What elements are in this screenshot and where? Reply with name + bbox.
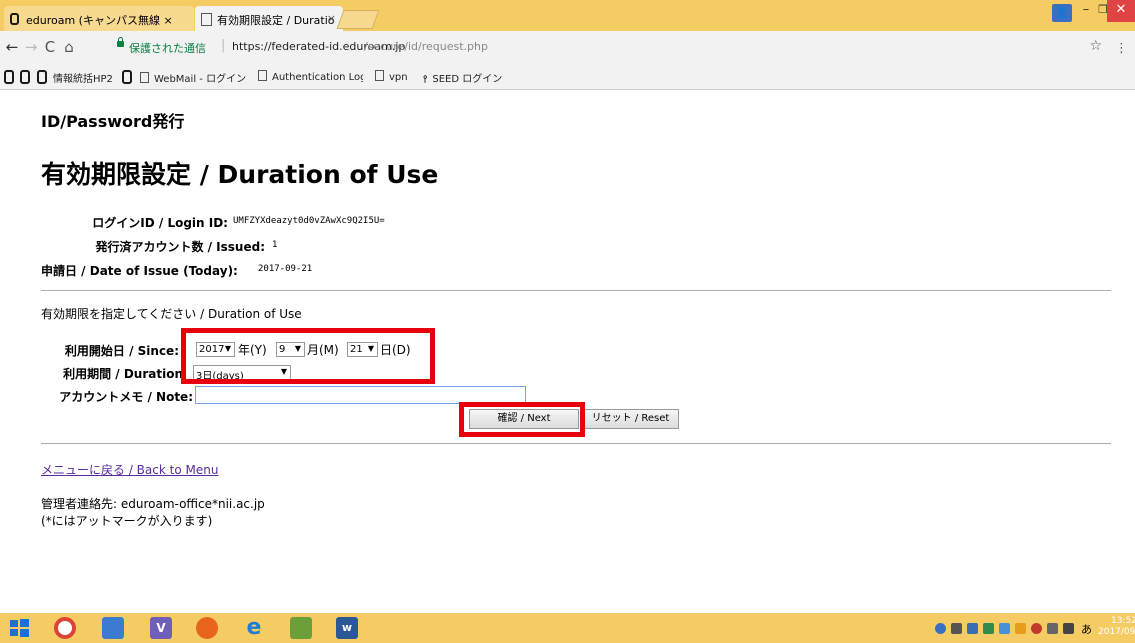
reset-button[interactable]: リセット / Reset xyxy=(582,409,679,429)
date-of-issue-label: 申請日 / Date of Issue (Today): xyxy=(41,264,238,278)
bookmarks-bar: 情報統括HP2 WebMail - ログイン Authentication Lo… xyxy=(0,64,1135,90)
browser-toolbar: ← → C ⌂ 保護された通信 | https://federated-id.e… xyxy=(0,31,1135,64)
tray-app-icon[interactable] xyxy=(951,623,962,634)
secure-label: 保護された通信 xyxy=(129,42,206,55)
duration-label: 利用期間 / Duration xyxy=(63,367,183,381)
divider xyxy=(41,290,1111,291)
page-subtitle: ID/Password発行 xyxy=(41,112,185,131)
explorer-icon[interactable] xyxy=(102,617,124,639)
bookmark-item[interactable]: Authentication Log xyxy=(258,70,363,83)
note-label: アカウントメモ / Note: xyxy=(59,390,193,404)
tab-title: eduroam (キャンパス無線 × xyxy=(26,14,173,27)
tab-eduroam[interactable]: eduroam (キャンパス無線 × xyxy=(4,6,194,31)
close-window-button[interactable]: ✕ xyxy=(1107,0,1135,22)
word-icon[interactable]: w xyxy=(336,617,358,639)
forward-arrow-icon[interactable]: → xyxy=(22,38,40,56)
clock[interactable]: 13:52 2017/09/21 xyxy=(1098,616,1135,638)
tab-duration[interactable]: 有効期限設定 / Duratio × xyxy=(195,6,343,31)
bookmark-item[interactable]: WebMail - ログイン xyxy=(140,70,246,85)
tray-app-icon[interactable] xyxy=(983,623,994,634)
tray-search-icon[interactable] xyxy=(935,623,946,634)
tray-app-icon[interactable] xyxy=(967,623,978,634)
volume-icon[interactable] xyxy=(1063,623,1074,634)
eduroam-favicon-icon xyxy=(10,13,19,25)
taskbar: V e w あ 13:52 2017/09/21 xyxy=(0,613,1135,643)
network-icon[interactable] xyxy=(1047,623,1058,634)
url-separator: | xyxy=(221,38,226,53)
new-tab-button[interactable] xyxy=(336,10,380,29)
since-label: 利用開始日 / Since: xyxy=(64,344,179,358)
bookmark-label: WebMail - ログイン xyxy=(154,74,247,85)
highlight-date-duration xyxy=(181,328,435,384)
back-arrow-icon[interactable]: ← xyxy=(3,38,21,56)
bookmark-item[interactable]: 情報統括HP2 xyxy=(53,70,113,85)
login-id-value: UMFZYXdeazyt0d0vZAwXc9Q2I5U= xyxy=(233,216,385,226)
chrome-icon[interactable] xyxy=(54,617,76,639)
bookmark-item[interactable]: ⫯ SEED ログイン xyxy=(423,70,502,85)
bookmark-eduroam-icon[interactable] xyxy=(37,70,47,84)
page-icon xyxy=(375,70,384,81)
bookmark-eduroam-icon[interactable] xyxy=(20,70,30,84)
page-title: 有効期限設定 / Duration of Use xyxy=(41,160,439,189)
reload-icon[interactable]: C xyxy=(41,38,59,56)
bookmark-star-icon[interactable]: ☆ xyxy=(1089,38,1102,54)
address-bar[interactable]: 保護された通信 | https://federated-id.eduroam.j… xyxy=(108,36,1108,58)
page-icon xyxy=(201,13,212,26)
instruction-text: 有効期限を指定してください / Duration of Use xyxy=(41,307,302,321)
close-tab-icon[interactable]: × xyxy=(327,12,336,25)
page-icon xyxy=(140,72,149,83)
date-of-issue-value: 2017-09-21 xyxy=(258,264,313,274)
bookmark-item[interactable]: vpn xyxy=(375,70,408,83)
tray-app-icon[interactable] xyxy=(999,623,1010,634)
minimize-button[interactable]: – xyxy=(1075,0,1097,22)
back-to-menu-link[interactable]: メニューに戻る / Back to Menu xyxy=(41,461,218,478)
visio-icon[interactable]: V xyxy=(150,617,172,639)
internet-explorer-icon[interactable]: e xyxy=(243,617,265,639)
home-icon[interactable]: ⌂ xyxy=(60,38,78,56)
firefox-icon[interactable] xyxy=(196,617,218,639)
ime-indicator[interactable]: あ xyxy=(1081,621,1092,637)
clock-date: 2017/09/21 xyxy=(1098,627,1135,637)
bookmark-label: Authentication Log xyxy=(272,72,363,83)
issued-label: 発行済アカウント数 / Issued: xyxy=(95,240,265,254)
lock-icon xyxy=(117,37,124,47)
bookmark-label: SEED ログイン xyxy=(432,74,503,85)
bookmark-eduroam-icon[interactable] xyxy=(122,70,132,84)
highlight-next-button xyxy=(459,402,585,437)
divider xyxy=(41,443,1111,444)
tab-strip: eduroam (キャンパス無線 × 有効期限設定 / Duratio × 👤 … xyxy=(0,0,1135,31)
user-profile-icon[interactable]: 👤 xyxy=(1052,4,1072,22)
page-icon xyxy=(258,70,267,81)
bookmark-eduroam-icon[interactable] xyxy=(4,70,14,84)
tab-title: 有効期限設定 / Duratio xyxy=(217,14,335,27)
issued-value: 1 xyxy=(272,240,278,250)
notepad-icon[interactable] xyxy=(290,617,312,639)
tray-app-icon[interactable] xyxy=(1031,623,1042,634)
login-id-label: ログインID / Login ID: xyxy=(92,216,228,230)
contact-note: (*にはアットマークが入ります) xyxy=(41,514,213,528)
browser-menu-icon[interactable]: ⋮ xyxy=(1115,41,1128,56)
contact-text: 管理者連絡先: eduroam-office*nii.ac.jp xyxy=(41,497,265,511)
tray-app-icon[interactable] xyxy=(1015,623,1026,634)
windows-start-icon[interactable] xyxy=(8,617,30,639)
bookmark-label: vpn xyxy=(389,72,408,83)
seed-icon: ⫯ xyxy=(423,74,428,85)
url-path: /secure/id/request.php xyxy=(364,40,488,53)
clock-time: 13:52 xyxy=(1110,616,1135,626)
